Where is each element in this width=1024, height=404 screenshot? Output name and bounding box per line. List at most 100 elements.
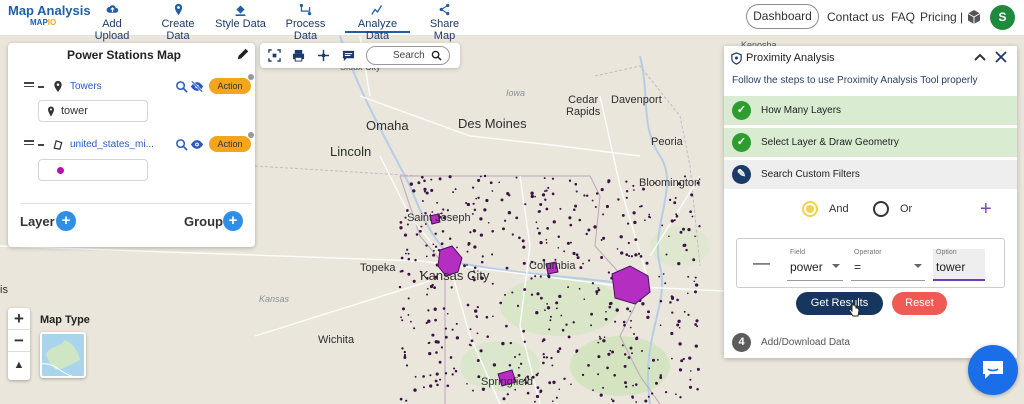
power-station-point (607, 352, 611, 356)
nav-analyze-data[interactable]: Analyze Data (345, 3, 410, 42)
close-icon[interactable] (994, 50, 1008, 64)
power-station-point (414, 375, 417, 378)
measure-icon[interactable] (317, 49, 330, 62)
map-search-input[interactable]: Search (366, 46, 450, 65)
faq-link[interactable]: FAQ (891, 10, 915, 24)
add-filter-button[interactable]: + (980, 198, 992, 221)
collapse-icon[interactable] (38, 144, 44, 146)
drag-handle-icon[interactable] (24, 140, 34, 147)
power-station-point (508, 364, 512, 367)
power-station-point (521, 239, 525, 243)
power-station-point (450, 286, 453, 289)
power-station-point (568, 216, 572, 220)
chat-bubble-icon[interactable] (342, 49, 355, 62)
layer-style-swatch[interactable] (38, 159, 148, 181)
power-station-point (505, 324, 508, 328)
layer-filter-chip[interactable]: tower (38, 100, 148, 122)
power-station-point (475, 197, 478, 200)
step-how-many-layers[interactable]: ✓ How Many Layers (724, 96, 1017, 125)
power-station-point (559, 207, 562, 210)
zoom-out-button[interactable]: − (8, 330, 30, 352)
power-station-point (452, 191, 455, 194)
power-station-point (648, 367, 651, 370)
step-select-layer[interactable]: ✓ Select Layer & Draw Geometry (724, 128, 1017, 157)
pencil-icon[interactable] (236, 47, 250, 61)
power-station-point (423, 187, 427, 191)
layer-name[interactable]: united_states_mi... (70, 139, 158, 150)
power-station-point (511, 291, 514, 294)
layer-action-button[interactable]: Action (209, 74, 254, 94)
power-station-point (430, 188, 434, 192)
power-station-point (695, 319, 699, 323)
power-station-point (696, 388, 699, 391)
dashboard-button[interactable]: Dashboard (746, 4, 819, 29)
layer-name[interactable]: Towers (70, 81, 158, 92)
power-station-point (555, 396, 558, 399)
reset-button[interactable]: Reset (892, 292, 947, 315)
get-results-button[interactable]: Get Results (796, 292, 883, 315)
power-station-point (466, 383, 468, 385)
nav-process-data[interactable]: Process Data (274, 3, 337, 42)
power-station-point (455, 322, 458, 325)
layer-action-button[interactable]: Action (209, 132, 254, 152)
step-search-custom-filters[interactable]: ✎ Search Custom Filters (724, 160, 1017, 189)
drag-handle-icon[interactable] (24, 82, 34, 89)
user-avatar[interactable]: S (990, 5, 1015, 30)
power-station-point (423, 179, 426, 183)
north-arrow-button[interactable]: ▲ (8, 352, 30, 378)
remove-filter-button[interactable]: — (753, 253, 770, 273)
zoom-to-layer-icon[interactable] (175, 138, 188, 151)
power-station-point (451, 328, 454, 331)
layer-row-united-states[interactable]: united_states_mi... Action (24, 132, 256, 154)
power-station-point (694, 235, 696, 238)
nav-create-data[interactable]: Create Data (149, 3, 207, 42)
eye-off-icon[interactable] (190, 80, 204, 93)
nav-style-data[interactable]: Style Data (215, 3, 266, 33)
power-station-point (449, 356, 453, 359)
power-station-point (522, 261, 526, 265)
power-station-point (633, 333, 635, 335)
brand-logo[interactable]: Map Analysis MAPIO (8, 3, 91, 27)
operator-label: Operator (854, 249, 882, 256)
step-label: Select Layer & Draw Geometry (761, 137, 899, 148)
contact-us-link[interactable]: Contact us (827, 10, 884, 24)
nav-share-map[interactable]: Share Map (418, 3, 471, 42)
layer-row-towers[interactable]: Towers Action (24, 74, 256, 96)
or-radio[interactable] (873, 201, 889, 217)
zoom-in-button[interactable]: + (8, 308, 30, 330)
pricing-link[interactable]: Pricing | (920, 10, 963, 24)
option-input[interactable]: Option tower (933, 249, 985, 281)
chat-support-button[interactable] (968, 345, 1018, 395)
power-station-point (574, 182, 578, 186)
operator-select[interactable]: Operator = (851, 249, 925, 281)
power-station-point (671, 311, 674, 314)
power-station-point (633, 189, 635, 191)
add-group-button[interactable]: + (223, 211, 243, 231)
power-station-point (399, 397, 403, 401)
power-station-point (557, 235, 561, 238)
map-type-thumbnail[interactable] (40, 332, 86, 378)
field-select[interactable]: Field power (787, 249, 843, 281)
cube-icon[interactable] (966, 9, 982, 25)
power-station-point (429, 384, 433, 388)
power-station-point (407, 257, 411, 261)
eye-icon[interactable] (190, 138, 204, 151)
and-radio[interactable] (802, 201, 818, 217)
nav-add-upload[interactable]: Add Upload (84, 3, 140, 42)
step-add-download-data[interactable]: 4 Add/Download Data (724, 328, 1017, 357)
power-station-point (539, 202, 543, 207)
power-station-point (469, 231, 472, 234)
zoom-to-layer-icon[interactable] (175, 80, 188, 93)
power-station-point (403, 356, 407, 359)
chat-icon (983, 361, 1003, 379)
print-icon[interactable] (292, 49, 305, 62)
power-station-point (637, 252, 641, 255)
add-layer-button[interactable]: + (56, 211, 76, 231)
power-station-point (556, 350, 560, 353)
power-station-point (698, 225, 701, 228)
fullscreen-icon[interactable] (268, 49, 281, 62)
power-station-point (542, 338, 546, 342)
power-station-point (534, 275, 537, 278)
collapse-icon[interactable] (38, 86, 44, 88)
chevron-up-icon[interactable] (973, 50, 987, 64)
